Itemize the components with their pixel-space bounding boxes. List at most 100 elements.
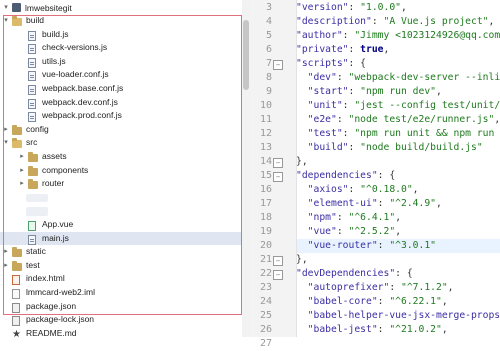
tree-file[interactable] [0,204,250,218]
tree-folder[interactable]: ▾ build [0,14,250,28]
code-line[interactable]: "private": true, [297,43,389,57]
code-line[interactable]: "dependencies": { [297,169,395,183]
line-number: 16 [259,184,272,195]
chevron-right-icon[interactable]: ▸ [18,164,26,178]
tree-item-label: vue-loader.conf.js [42,69,109,80]
chevron-down-icon[interactable]: ▾ [2,14,10,28]
fold-toggle-icon[interactable]: − [273,256,283,266]
tree-file[interactable]: check-versions.js [0,41,250,55]
fold-toggle-icon[interactable]: − [273,60,283,70]
json-punctuation [297,198,308,209]
tree-folder[interactable]: ▾ src [0,136,250,150]
tree-file[interactable]: utils.js [0,55,250,69]
json-punctuation [297,86,308,97]
tree-item-label: router [42,178,65,189]
code-editor[interactable]: "version": "1.0.0", "description": "A Vue… [297,0,500,337]
code-line[interactable]: "babel-jest": "^21.0.2", [297,323,448,337]
tree-item-label: config [26,123,49,134]
tree-folder[interactable]: ▸ static [0,245,250,259]
json-punctuation [297,114,308,125]
code-line[interactable]: "babel-core": "^6.22.1", [297,295,448,309]
chevron-right-icon[interactable]: ▸ [2,123,10,137]
json-file-icon [12,316,20,327]
fold-toggle-icon[interactable]: − [273,158,283,168]
chevron-right-icon[interactable]: ▸ [2,259,10,273]
json-string: "node build/build.js" [360,142,483,153]
json-string: "npm run unit && npm run e2e" [354,128,495,139]
code-line[interactable]: "build": "node build/build.js" [297,141,483,155]
tree-item-label: webpack.dev.conf.js [42,96,118,107]
tree-folder[interactable]: ▸ assets [0,150,250,164]
code-line[interactable]: "unit": "jest --config test/unit/jest.co… [297,99,500,113]
code-line[interactable]: "scripts": { [297,57,366,71]
code-line[interactable]: "author": "Jimmy <1023124926@qq.com>", [297,29,500,43]
json-key: "build" [307,142,349,153]
chevron-right-icon[interactable]: ▸ [18,150,26,164]
fold-toggle-icon[interactable]: − [273,172,283,182]
line-number: 26 [259,324,272,335]
tree-file[interactable]: main.js [0,231,250,246]
json-key: "babel-core" [307,296,378,307]
tree-item-label: static [26,246,46,257]
json-key: "start" [307,86,349,97]
line-number-gutter: 3 4 5 6 7−8 9 10 11 12 13 14−15−16 17 18 19 20 21−22−23… [250,0,297,349]
tree-item-label: src [26,137,38,148]
tree-file[interactable]: App.vue [0,218,250,232]
tree-file[interactable] [0,191,250,205]
code-line[interactable]: "npm": "^6.4.1", [297,211,401,225]
code-line[interactable]: "axios": "^0.18.0", [297,183,419,197]
json-key: "element-ui" [307,198,378,209]
json-punctuation [297,142,308,153]
tree-file[interactable]: lmmcard-web2.iml [0,286,250,300]
code-line[interactable]: "dev": "webpack-dev-server --inline --pr… [297,71,500,85]
line-number: 17 [259,198,272,209]
code-line[interactable]: "autoprefixer": "^7.1.2", [297,281,454,295]
json-punctuation: , [447,282,454,293]
json-punctuation: : [336,72,349,83]
code-line[interactable]: "vue": "^2.5.2", [297,225,401,239]
project-tree: ▾ lmwebsitegit ▾ build build.js check-versi… [0,0,250,340]
tree-folder[interactable]: ▸ router [0,177,250,191]
line-number: 11 [259,114,272,125]
chevron-right-icon[interactable]: ▸ [2,245,10,259]
fold-toggle-icon[interactable]: − [273,270,283,280]
code-line[interactable]: }, [297,253,308,267]
json-punctuation: : [377,296,390,307]
tree-file[interactable]: ★ README.md [0,327,250,341]
chevron-down-icon[interactable]: ▾ [2,136,10,150]
code-line[interactable]: "start": "npm run dev", [297,85,442,99]
code-line[interactable]: "element-ui": "^2.4.9", [297,197,442,211]
code-line[interactable]: "test": "npm run unit && npm run e2e", [297,127,500,141]
code-line[interactable]: }, [297,155,308,169]
line-number: 22 [259,268,272,279]
tree-item-label: build [26,15,44,25]
json-key: "babel-helper-vue-jsx-merge-props" [307,310,500,321]
code-line[interactable]: "babel-helper-vue-jsx-merge-props": "^2.… [297,309,500,323]
line-number: 25 [259,310,272,321]
tree-file[interactable]: build.js [0,28,250,42]
json-key: "unit" [307,100,343,111]
tree-folder[interactable]: ▸ test [0,259,250,273]
line-number: 18 [259,212,272,223]
tree-folder[interactable]: ▸ components [0,164,250,178]
json-key: "vue-router" [307,240,378,251]
json-punctuation: , [395,212,402,223]
code-line[interactable]: "vue-router": "^3.0.1" [297,239,500,253]
tree-file[interactable]: package-lock.json [0,313,250,327]
tree-file[interactable]: vue-loader.conf.js [0,68,250,82]
code-line[interactable]: "devDependencies": { [297,267,413,281]
line-number: 24 [259,296,272,307]
tree-scrollbar-thumb[interactable] [243,20,249,90]
chevron-right-icon[interactable]: ▸ [18,177,26,191]
tree-file[interactable]: package.json [0,300,250,314]
code-line[interactable]: "e2e": "node test/e2e/runner.js", [297,113,500,127]
folder-icon [28,152,38,162]
tree-file[interactable]: webpack.prod.conf.js [0,109,250,123]
code-line[interactable]: "version": "1.0.0", [297,1,407,15]
tree-folder[interactable]: ▸ config [0,123,250,137]
code-line[interactable]: "description": "A Vue.js project", [297,15,494,29]
tree-file[interactable]: index.html [0,272,250,286]
tree-file[interactable]: webpack.dev.conf.js [0,96,250,110]
json-punctuation: , [401,2,407,13]
tree-file[interactable]: webpack.base.conf.js [0,82,250,96]
